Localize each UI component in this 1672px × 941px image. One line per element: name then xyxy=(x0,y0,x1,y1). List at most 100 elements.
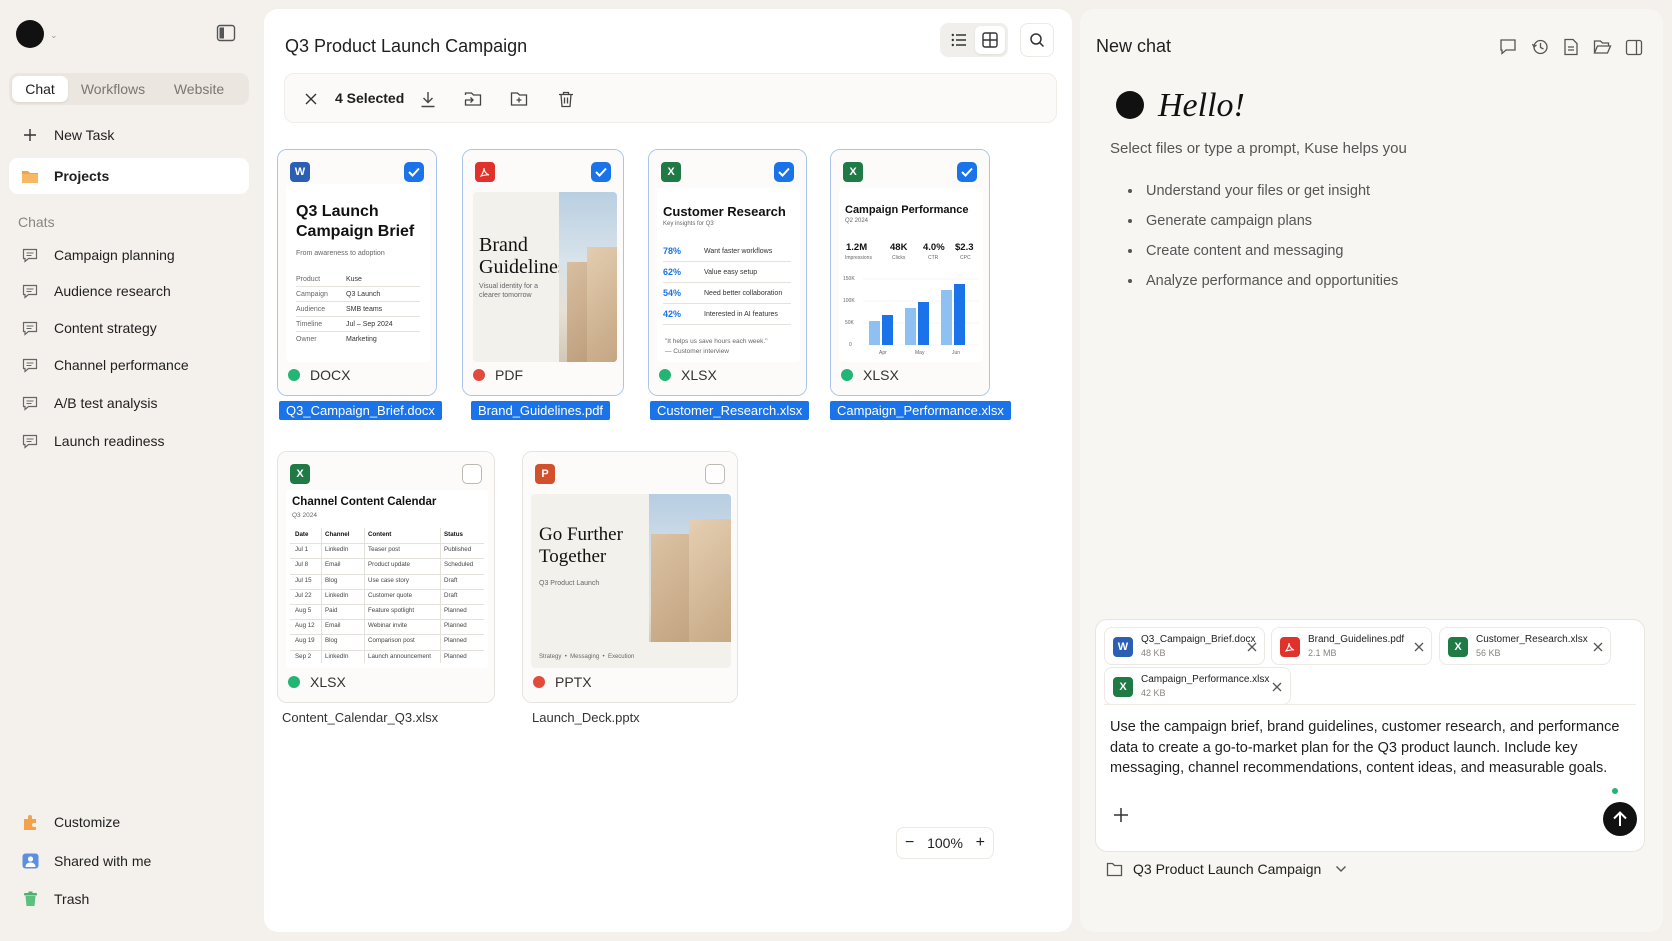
file-preview: Customer Research Key insights for Q3 78… xyxy=(657,188,800,362)
unselected-checkbox[interactable] xyxy=(462,464,482,484)
sidebar-item-customize[interactable]: Customize xyxy=(9,804,249,840)
chat-item[interactable]: A/B test analysis xyxy=(9,385,249,421)
new-folder-icon[interactable] xyxy=(509,89,529,109)
chat-bubble-icon xyxy=(21,394,39,412)
x-tick: May xyxy=(915,350,925,356)
attachment-chip[interactable]: X Campaign_Performance.xlsx 42 KB xyxy=(1104,667,1291,705)
remove-attachment-icon[interactable] xyxy=(1271,681,1283,693)
grid-view-icon[interactable] xyxy=(975,26,1005,54)
table-cell: Planned xyxy=(444,637,467,645)
folder-open-icon[interactable] xyxy=(1592,37,1612,57)
attachment-name: Customer_Research.xlsx xyxy=(1476,634,1588,645)
preview-cell: Owner xyxy=(296,336,317,343)
file-card[interactable]: P Go Further Together Q3 Product Launch … xyxy=(522,451,738,703)
list-view-icon[interactable] xyxy=(944,26,974,54)
table-cell: Draft xyxy=(444,591,458,599)
file-preview: Channel Content Calendar Q3 2024 Date Cha… xyxy=(286,490,488,668)
shared-user-icon xyxy=(21,852,39,870)
file-name[interactable]: Customer_Research.xlsx xyxy=(650,401,810,420)
kpi-value: 48K xyxy=(890,242,908,253)
file-card[interactable]: X Customer Research Key insights for Q3 … xyxy=(648,149,807,396)
selected-checkbox[interactable] xyxy=(957,162,977,182)
delete-icon[interactable] xyxy=(556,89,576,109)
chat-item[interactable]: Launch readiness xyxy=(9,423,249,459)
table-cell: Jul 8 xyxy=(295,561,309,569)
project-selector[interactable]: Q3 Product Launch Campaign xyxy=(1106,861,1347,877)
remove-attachment-icon[interactable] xyxy=(1246,641,1258,653)
file-card[interactable]: W Q3 Launch Campaign Brief From awarenes… xyxy=(277,149,437,396)
table-cell: Webinar invite xyxy=(368,622,408,630)
quote-author: — Customer interview xyxy=(665,348,729,355)
table-cell: Published xyxy=(444,546,472,554)
file-card[interactable]: X Channel Content Calendar Q3 2024 Date C… xyxy=(277,451,495,703)
remove-attachment-icon[interactable] xyxy=(1592,641,1604,653)
sidebar-toggle-icon[interactable] xyxy=(216,24,236,42)
attachment-chip[interactable]: Brand_Guidelines.pdf 2.1 MB xyxy=(1271,627,1432,665)
stat-value: 54% xyxy=(663,288,682,298)
new-chat-icon[interactable] xyxy=(1498,37,1518,57)
chat-item[interactable]: Audience research xyxy=(9,273,249,309)
kpi-label: CPC xyxy=(960,255,971,261)
sidebar-item-label: Trash xyxy=(54,891,90,907)
prompt-input[interactable]: Use the campaign brief, brand guidelines… xyxy=(1110,717,1630,779)
file-name[interactable]: Campaign_Performance.xlsx xyxy=(830,401,1011,420)
clear-selection-icon[interactable] xyxy=(301,89,321,109)
preview-cell: Jul – Sep 2024 xyxy=(346,321,393,328)
remove-attachment-icon[interactable] xyxy=(1413,641,1425,653)
file-name[interactable]: Content_Calendar_Q3.xlsx xyxy=(282,710,438,725)
table-cell: Email xyxy=(325,622,341,630)
chevron-down-icon[interactable]: ⌄ xyxy=(50,30,58,41)
file-name[interactable]: Brand_Guidelines.pdf xyxy=(471,401,611,420)
kpi-value: 1.2M xyxy=(846,242,868,253)
selected-checkbox[interactable] xyxy=(774,162,794,182)
selected-count: 4 Selected xyxy=(335,90,405,106)
y-tick: 50K xyxy=(845,320,854,326)
sidebar-item-projects[interactable]: Projects xyxy=(9,158,249,194)
history-icon[interactable] xyxy=(1530,37,1550,57)
unselected-checkbox[interactable] xyxy=(705,464,725,484)
selected-checkbox[interactable] xyxy=(591,162,611,182)
file-type: XLSX xyxy=(841,367,899,383)
document-icon[interactable] xyxy=(1561,37,1581,57)
file-name[interactable]: Launch_Deck.pptx xyxy=(532,710,640,725)
preview-title: Channel Content Calendar xyxy=(292,496,437,508)
file-card[interactable]: X Campaign Performance Q2 2024 1.2M Impr… xyxy=(830,149,990,396)
pdf-file-icon xyxy=(475,162,495,182)
chat-item[interactable]: Content strategy xyxy=(9,310,249,346)
chat-item[interactable]: Campaign planning xyxy=(9,237,249,273)
file-card[interactable]: Brand Guidelines Visual identity for a c… xyxy=(462,149,624,396)
add-attachment-icon[interactable] xyxy=(1110,804,1132,826)
table-cell: Use case story xyxy=(368,576,409,584)
sidebar-item-label: Shared with me xyxy=(54,853,152,869)
tab-workflows[interactable]: Workflows xyxy=(73,76,153,102)
workspace-avatar[interactable] xyxy=(16,20,44,48)
table-cell: LinkedIn xyxy=(325,546,349,554)
message-composer: W Q3_Campaign_Brief.docx 48 KB Brand_Gui… xyxy=(1095,619,1645,852)
chat-bubble-icon xyxy=(21,246,39,264)
preview-subtitle: Key insights for Q3 xyxy=(663,221,714,227)
new-task-button[interactable]: New Task xyxy=(9,117,249,153)
file-browser-panel: Q3 Product Launch Campaign 4 Selected W … xyxy=(264,9,1072,932)
table-cell: Email xyxy=(325,561,341,569)
file-name[interactable]: Q3_Campaign_Brief.docx xyxy=(279,401,442,420)
tab-chat[interactable]: Chat xyxy=(12,76,68,102)
chat-title: New chat xyxy=(1096,36,1172,56)
attachment-chip[interactable]: W Q3_Campaign_Brief.docx 48 KB xyxy=(1104,627,1265,665)
search-icon[interactable] xyxy=(1020,23,1054,57)
tab-website[interactable]: Website xyxy=(161,76,237,102)
send-button[interactable] xyxy=(1603,802,1637,836)
panel-toggle-icon[interactable] xyxy=(1624,37,1644,57)
preview-title: Q3 Launch Campaign Brief xyxy=(296,203,415,240)
plus-icon xyxy=(21,126,39,144)
download-icon[interactable] xyxy=(418,89,438,109)
selected-checkbox[interactable] xyxy=(404,162,424,182)
stat-value: 62% xyxy=(663,267,682,277)
chat-item[interactable]: Channel performance xyxy=(9,347,249,383)
sidebar-item-trash[interactable]: Trash xyxy=(9,881,249,917)
sidebar-item-shared[interactable]: Shared with me xyxy=(9,843,249,879)
zoom-out-button[interactable]: − xyxy=(905,834,914,852)
attachment-chip[interactable]: X Customer_Research.xlsx 56 KB xyxy=(1439,627,1611,665)
building-image xyxy=(559,192,617,362)
zoom-in-button[interactable]: + xyxy=(976,834,985,852)
move-to-icon[interactable] xyxy=(463,89,483,109)
